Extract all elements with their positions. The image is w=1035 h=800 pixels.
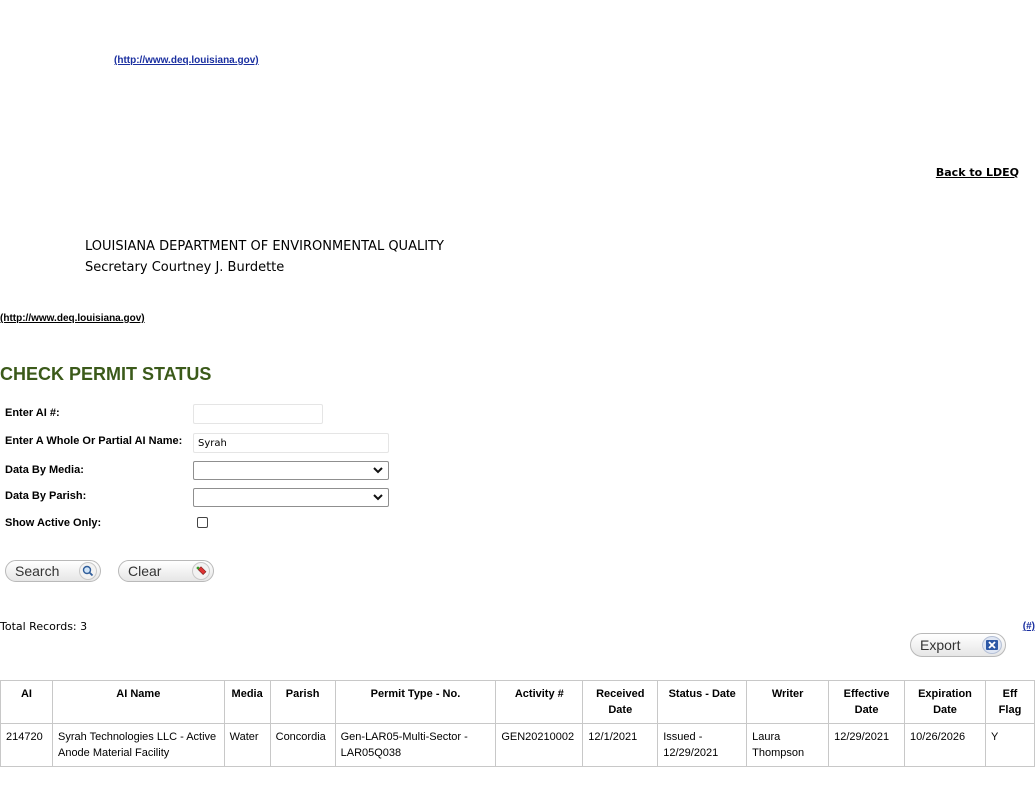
clear-button[interactable]: Clear <box>118 560 214 582</box>
effective-date-cell: 12/29/2021 <box>828 723 906 767</box>
column-header[interactable]: Expiration Date <box>904 680 986 724</box>
hash-link[interactable]: (#) <box>1023 621 1035 632</box>
eraser-icon <box>192 562 210 580</box>
column-header[interactable]: Parish <box>269 680 336 724</box>
column-header[interactable]: Media <box>223 680 271 724</box>
writer-cell: Laura Thompson <box>746 723 830 767</box>
media-cell: Water <box>223 723 271 767</box>
column-header[interactable]: Activity # <box>495 680 584 724</box>
status-date-cell: Issued - 12/29/2021 <box>657 723 748 767</box>
excel-icon <box>982 636 1002 654</box>
expiration-date-cell: 10/26/2026 <box>904 723 986 767</box>
received-date-cell: 12/1/2021 <box>582 723 659 767</box>
ai-name-label: Enter A Whole Or Partial AI Name: <box>5 435 183 447</box>
deq-site-link-2[interactable]: (http://www.deq.louisiana.gov) <box>0 313 145 324</box>
chevron-down-icon <box>373 467 383 474</box>
deq-site-link[interactable]: (http://www.deq.louisiana.gov) <box>114 55 259 66</box>
export-button[interactable]: Export <box>910 633 1006 657</box>
active-only-checkbox[interactable] <box>197 517 208 528</box>
ai-name-cell: Syrah Technologies LLC - Active Anode Ma… <box>51 723 225 767</box>
table-row[interactable]: 214720 Syrah Technologies LLC - Active A… <box>0 723 1035 767</box>
column-header[interactable]: Eff Flag <box>984 680 1035 724</box>
search-button-label: Search <box>15 563 60 579</box>
media-label: Data By Media: <box>5 464 84 476</box>
page-title: CHECK PERMIT STATUS <box>0 364 212 384</box>
parish-cell: Concordia <box>269 723 336 767</box>
chevron-down-icon <box>373 494 383 501</box>
secretary-name: Secretary Courtney J. Burdette <box>85 260 285 275</box>
eff-flag-cell: Y <box>984 723 1035 767</box>
column-header[interactable]: Permit Type - No. <box>334 680 497 724</box>
agency-block: LOUISIANA DEPARTMENT OF ENVIRONMENTAL QU… <box>85 236 444 278</box>
ai-number-label: Enter AI #: <box>5 407 60 419</box>
ai-number-input[interactable] <box>193 404 323 424</box>
clear-button-label: Clear <box>128 563 162 579</box>
parish-label: Data By Parish: <box>5 490 87 502</box>
export-button-label: Export <box>920 637 961 653</box>
table-header-row: AI AI Name Media Parish Permit Type - No… <box>0 680 1035 724</box>
activity-cell: GEN20210002 <box>495 723 584 767</box>
column-header[interactable]: AI Name <box>51 680 225 724</box>
magnifier-icon <box>79 562 97 580</box>
agency-name: LOUISIANA DEPARTMENT OF ENVIRONMENTAL QU… <box>85 239 444 254</box>
search-button[interactable]: Search <box>5 560 101 582</box>
permit-type-cell: Gen-LAR05-Multi-Sector - LAR05Q038 <box>334 723 497 767</box>
column-header[interactable]: Effective Date <box>828 680 906 724</box>
column-header[interactable]: AI <box>0 680 53 724</box>
column-header[interactable]: Status - Date <box>657 680 748 724</box>
results-table: AI AI Name Media Parish Permit Type - No… <box>0 680 1035 767</box>
active-only-label: Show Active Only: <box>5 517 102 529</box>
ai-name-input[interactable] <box>193 433 389 453</box>
total-records: Total Records: 3 <box>0 620 88 633</box>
media-select[interactable] <box>193 461 389 480</box>
back-to-ldeq-link[interactable]: Back to LDEQ <box>936 166 1019 179</box>
column-header[interactable]: Writer <box>746 680 830 724</box>
parish-select[interactable] <box>193 488 389 507</box>
ai-cell: 214720 <box>0 723 53 767</box>
column-header[interactable]: Received Date <box>582 680 659 724</box>
